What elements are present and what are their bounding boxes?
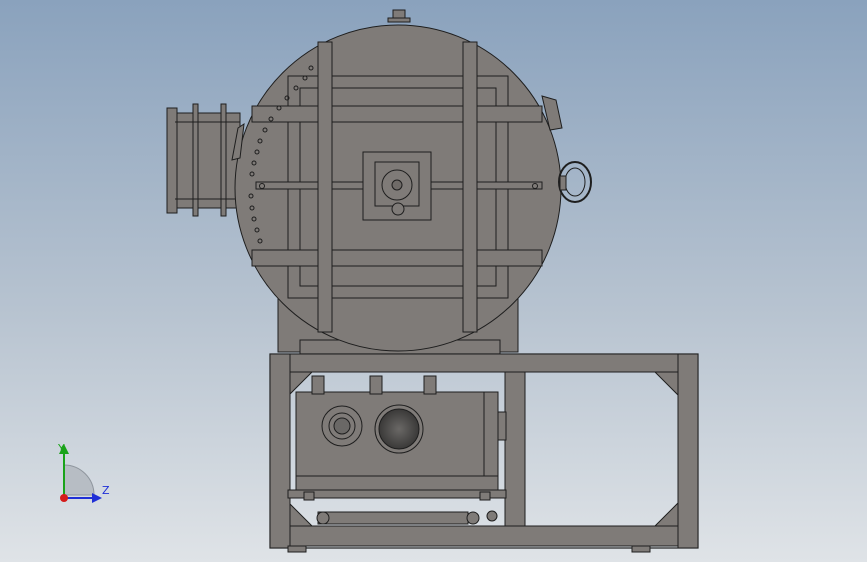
pinion-gear bbox=[391, 202, 405, 216]
base-frame-left-post bbox=[269, 353, 291, 549]
base-frame-bottom-rail bbox=[269, 525, 699, 547]
horizontal-bar-bottom bbox=[251, 249, 543, 267]
triad-quadrant bbox=[63, 464, 95, 496]
graphics-viewport[interactable]: Y Z bbox=[0, 0, 867, 562]
corner-gusset-tr bbox=[653, 371, 679, 397]
z-axis-label: Z bbox=[102, 484, 110, 497]
coordinate-triad: Y Z bbox=[50, 440, 120, 510]
vertical-bar-left bbox=[317, 41, 333, 333]
side-port-tube bbox=[174, 112, 241, 209]
roller-tube bbox=[317, 511, 469, 525]
vertical-bar-right bbox=[462, 41, 478, 333]
base-frame-top-rail bbox=[269, 353, 699, 373]
z-axis-head bbox=[92, 493, 102, 503]
side-port-flange bbox=[166, 107, 178, 214]
horizontal-bar-top bbox=[251, 105, 543, 123]
corner-gusset-br bbox=[653, 501, 679, 527]
base-frame-right-post bbox=[677, 353, 699, 549]
y-axis-label: Y bbox=[58, 442, 65, 455]
top-nozzle-flange bbox=[387, 17, 411, 23]
x-axis-dot bbox=[60, 494, 68, 502]
model-view[interactable] bbox=[0, 0, 867, 562]
base-frame-mid-post bbox=[504, 371, 526, 527]
